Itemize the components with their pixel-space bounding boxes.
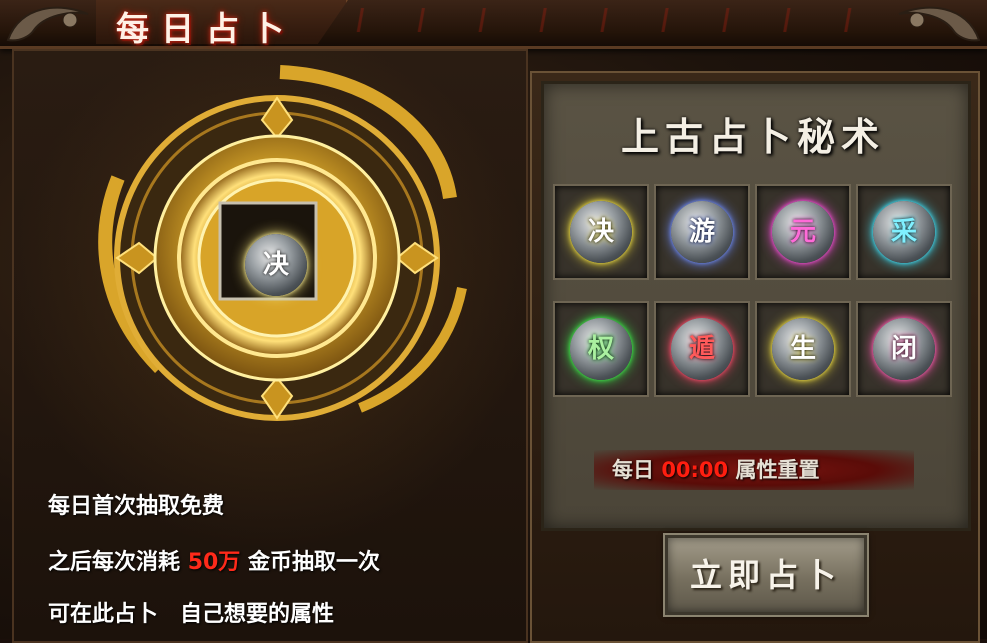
rune-stone-icon: 权 <box>570 318 632 380</box>
rune-stone-slot[interactable]: 元 <box>755 184 851 280</box>
reset-notice: 每日 00:00 属性重置 <box>612 454 819 484</box>
cost-suffix: 金币抽取一次 <box>247 550 380 575</box>
title-bar-decoration <box>330 8 890 32</box>
cost-text: 之后每次消耗 50万 金币抽取一次 <box>48 544 380 576</box>
rune-stone-icon: 闭 <box>873 318 935 380</box>
reset-prefix: 每日 <box>612 458 654 482</box>
dragon-ornament-left-icon <box>6 6 89 42</box>
rune-glyph: 生 <box>789 334 816 364</box>
rune-glyph: 闭 <box>890 334 917 364</box>
cost-amount: 50万 <box>187 550 241 575</box>
reset-time: 00:00 <box>661 458 729 482</box>
rune-glyph: 采 <box>890 217 917 247</box>
rune-glyph: 决 <box>587 217 614 247</box>
rune-stone-icon: 游 <box>671 201 733 263</box>
rune-glyph: 决 <box>262 250 289 280</box>
rune-stone-icon: 决 <box>245 234 307 296</box>
reset-suffix: 属性重置 <box>735 458 820 482</box>
rune-glyph: 游 <box>688 217 715 247</box>
rune-stone-slot[interactable]: 采 <box>856 184 952 280</box>
rune-glyph: 遁 <box>688 334 715 364</box>
cost-prefix: 之后每次消耗 <box>48 550 181 575</box>
rune-stone-slot[interactable]: 游 <box>654 184 750 280</box>
center-stone-slot[interactable]: 决 <box>231 220 319 308</box>
rune-glyph: 元 <box>789 217 816 247</box>
rune-stone-slot[interactable]: 闭 <box>856 301 952 397</box>
divine-now-label: 立即占卜 <box>689 556 842 594</box>
rune-stone-slot[interactable]: 决 <box>553 184 649 280</box>
rune-stone-icon: 遁 <box>671 318 733 380</box>
daily-divination-window: 每日占卜 决 每日首次抽取免费 之后每次消耗 50万 金币抽取一次 可在此占卜 … <box>0 0 987 643</box>
window-title: 每日占卜 <box>116 9 296 48</box>
dragon-ornament-right-icon <box>898 6 981 42</box>
divine-now-button[interactable]: 立即占卜 <box>663 533 869 617</box>
rune-glyph: 权 <box>587 334 614 364</box>
rune-stone-icon: 生 <box>772 318 834 380</box>
free-draw-text: 每日首次抽取免费 <box>48 494 225 519</box>
rune-stone-slot[interactable]: 遁 <box>654 301 750 397</box>
rune-stone-icon: 决 <box>570 201 632 263</box>
rune-stone-icon: 元 <box>772 201 834 263</box>
secret-panel-title: 上古占卜秘术 <box>620 114 885 159</box>
rune-stone-slot[interactable]: 权 <box>553 301 649 397</box>
divination-hint-text: 可在此占卜 自己想要的属性 <box>48 602 335 627</box>
rune-stone-slot[interactable]: 生 <box>755 301 851 397</box>
rune-stone-icon: 采 <box>873 201 935 263</box>
